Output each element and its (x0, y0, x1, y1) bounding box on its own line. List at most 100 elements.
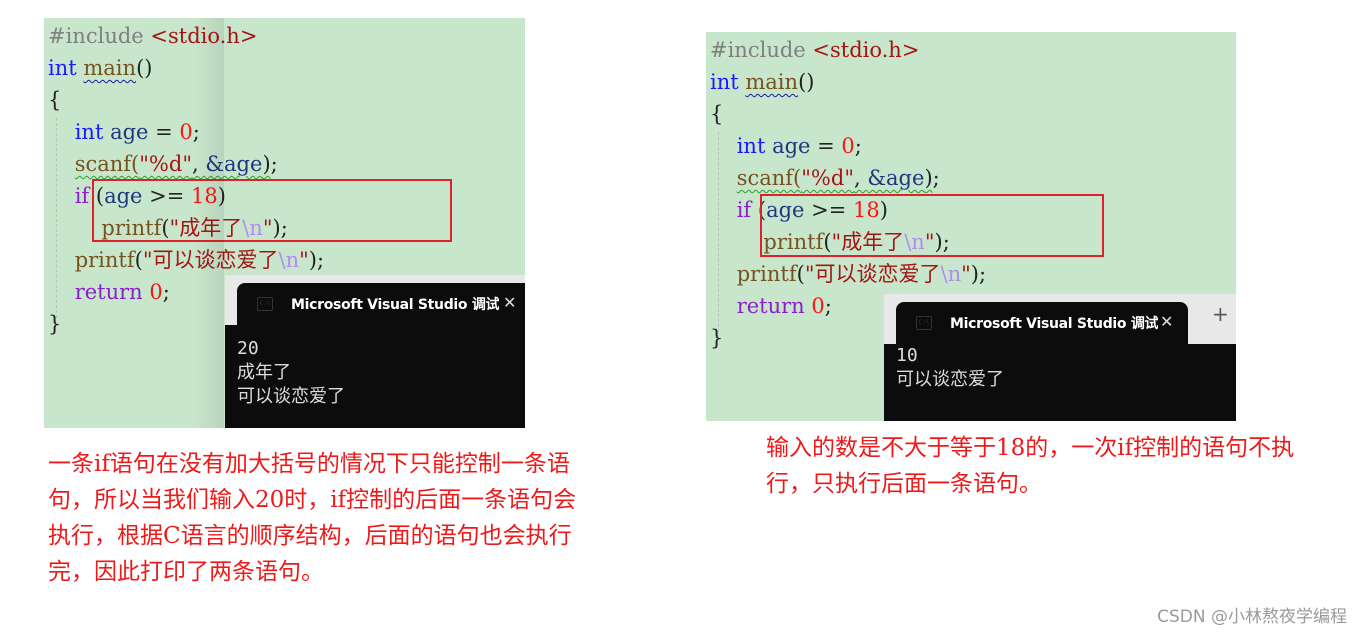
console-tab[interactable]: C:\ Microsoft Visual Studio 调试控制台 ✕ (896, 302, 1188, 344)
code-token: ) (262, 152, 271, 176)
code-token: main (83, 56, 137, 80)
console-output-line: 20 (237, 338, 259, 359)
code-token: , (853, 166, 868, 190)
code-token: 0 (841, 134, 855, 158)
code-token: int (710, 70, 739, 94)
code-token: ; (270, 152, 278, 176)
right-explanation-note: 输入的数是不大于等于18的，一次if控制的语句不执行，只执行后面一条语句。 (766, 435, 1295, 497)
right-code-editor: #include <stdio.h> int main(){ int age = … (706, 32, 1236, 421)
code-line: { (48, 84, 324, 116)
code-token: ; (824, 294, 832, 318)
code-line: printf("可以谈恋爱了\n"); (710, 258, 986, 290)
debug-console-window: C:\ Microsoft Visual Studio 调试控制台 ✕ + 10… (884, 294, 1236, 421)
code-token: "%d" (139, 152, 192, 176)
code-token: ); (308, 248, 325, 272)
code-token: ; (932, 166, 940, 190)
code-token: int (736, 134, 766, 158)
code-line: printf("可以谈恋爱了\n"); (48, 244, 324, 276)
code-token: " (299, 248, 309, 272)
code-token: return (736, 294, 805, 318)
console-app-icon: C:\ (257, 297, 273, 311)
code-token: 0 (149, 280, 163, 304)
code-token: ); (970, 262, 987, 286)
console-tab-title: Microsoft Visual Studio 调试控制台 (950, 316, 1158, 332)
code-token: \n (940, 262, 962, 286)
code-line: scanf("%d", &age); (710, 162, 986, 194)
console-app-icon: C:\ (916, 316, 932, 330)
code-token: #include (710, 38, 813, 62)
code-line: int age = 0; (710, 130, 986, 162)
code-line: #include <stdio.h> (710, 34, 986, 66)
code-token: () (798, 70, 815, 94)
code-token: <stdio.h> (812, 38, 920, 62)
code-token: { (710, 102, 724, 126)
code-line: int main() (710, 66, 986, 98)
csdn-watermark: CSDN @小林熬夜学编程 (1157, 607, 1347, 627)
code-token: { (48, 88, 62, 112)
code-token: "可以谈恋爱了 (804, 262, 941, 286)
code-token: ; (162, 280, 170, 304)
if-statement-highlight-box (760, 194, 1104, 257)
close-icon[interactable]: ✕ (503, 293, 516, 312)
code-token: scanf( (74, 152, 140, 176)
code-token: int (48, 56, 77, 80)
code-token: = (148, 120, 180, 144)
code-token: " (961, 262, 971, 286)
code-token: int (74, 120, 104, 144)
code-token: \n (278, 248, 300, 272)
code-token: if (736, 198, 752, 222)
close-icon[interactable]: ✕ (1160, 312, 1173, 331)
code-token: ( (796, 262, 805, 286)
code-token: printf (74, 248, 135, 272)
code-token: printf (736, 262, 797, 286)
code-token: 0 (811, 294, 825, 318)
code-token: } (710, 326, 724, 350)
console-tab-bar: C:\ Microsoft Visual Studio 调试控制台 ✕ (225, 275, 525, 325)
code-line: scanf("%d", &age); (48, 148, 324, 180)
code-token: ; (854, 134, 862, 158)
code-token: return (74, 280, 143, 304)
code-line: { (710, 98, 986, 130)
code-token: 0 (179, 120, 193, 144)
console-tab-bar: C:\ Microsoft Visual Studio 调试控制台 ✕ + (884, 294, 1236, 344)
console-output-line: 可以谈恋爱了 (896, 369, 1004, 390)
if-statement-highlight-box (92, 179, 452, 242)
code-token: ) (924, 166, 933, 190)
console-tab[interactable]: C:\ Microsoft Visual Studio 调试控制台 ✕ (237, 283, 525, 325)
debug-console-window: C:\ Microsoft Visual Studio 调试控制台 ✕ 20 成年… (225, 275, 525, 428)
console-tab-title: Microsoft Visual Studio 调试控制台 (291, 297, 499, 313)
code-token: age (772, 134, 811, 158)
code-token: "%d" (801, 166, 854, 190)
console-output-line: 可以谈恋爱了 (237, 386, 345, 407)
code-token: ( (134, 248, 143, 272)
console-output-line: 10 (896, 345, 918, 366)
code-token: scanf( (736, 166, 802, 190)
code-token: main (745, 70, 799, 94)
console-output: 10 可以谈恋爱了 (896, 344, 1004, 392)
code-token: = (810, 134, 842, 158)
code-token: age (110, 120, 149, 144)
code-line: int age = 0; (48, 116, 324, 148)
code-line: #include <stdio.h> (48, 20, 324, 52)
left-code-editor: #include <stdio.h>int main(){ int age = … (44, 18, 525, 428)
console-output-line: 成年了 (237, 362, 291, 383)
code-token: } (48, 312, 62, 336)
code-line: int main() (48, 52, 324, 84)
code-token: () (136, 56, 153, 80)
code-token: #include (48, 24, 151, 48)
left-explanation-note: 一条if语句在没有加大括号的情况下只能控制一条语句，所以当我们输入20时，if控… (48, 451, 577, 585)
code-token: if (74, 184, 90, 208)
window-shadow (194, 18, 224, 428)
new-tab-icon[interactable]: + (1212, 302, 1229, 326)
